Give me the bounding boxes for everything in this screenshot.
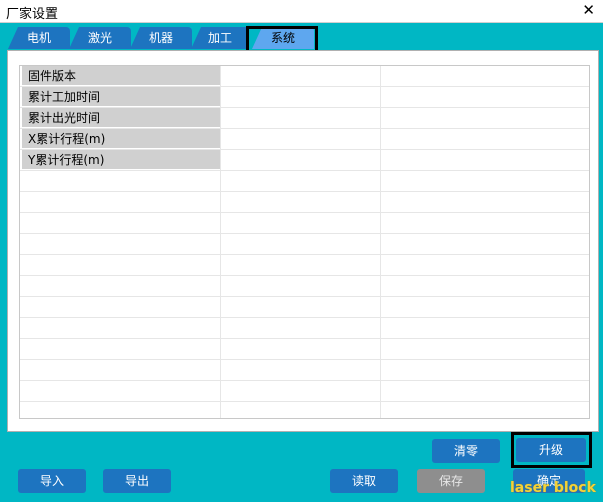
tab-system[interactable]: 系统 — [252, 27, 314, 49]
table-row: 累计出光时间 — [20, 108, 589, 129]
upgrade-button[interactable]: 升级 — [516, 438, 586, 462]
tab-laser[interactable]: 激光 — [69, 27, 131, 49]
row-label-x-total-travel: X累计行程(m) — [22, 129, 220, 149]
save-button[interactable]: 保存 — [417, 469, 485, 493]
table-row — [20, 381, 589, 402]
table-row: X累计行程(m) — [20, 129, 589, 150]
table-row — [20, 213, 589, 234]
table-row — [20, 234, 589, 255]
system-info-grid: 固件版本 累计工加时间 累计出光时间 X累计行程(m) Y累计行程(m) — [19, 65, 590, 419]
row-label-total-processing-time: 累计工加时间 — [22, 87, 220, 107]
read-button[interactable]: 读取 — [330, 469, 398, 493]
close-icon[interactable]: ✕ — [582, 1, 595, 19]
table-row — [20, 318, 589, 339]
table-row — [20, 192, 589, 213]
table-row: Y累计行程(m) — [20, 150, 589, 171]
row-label-firmware-version: 固件版本 — [22, 66, 220, 86]
title-bar: 厂家设置 ✕ — [0, 0, 603, 23]
import-button[interactable]: 导入 — [18, 469, 86, 493]
row-label-total-laser-time: 累计出光时间 — [22, 108, 220, 128]
table-row — [20, 339, 589, 360]
export-button[interactable]: 导出 — [103, 469, 171, 493]
clear-button[interactable]: 清零 — [432, 439, 500, 463]
table-row: 固件版本 — [20, 66, 589, 87]
table-row — [20, 276, 589, 297]
table-row — [20, 360, 589, 381]
row-label-y-total-travel: Y累计行程(m) — [22, 150, 220, 170]
factory-settings-window: 厂家设置 ✕ 电机 激光 机器 加工 系统 固件版本 累计工加时间 累计出光时间… — [0, 0, 603, 502]
tab-processing[interactable]: 加工 — [191, 27, 249, 49]
table-row — [20, 297, 589, 318]
table-row: 累计工加时间 — [20, 87, 589, 108]
table-row — [20, 255, 589, 276]
table-row — [20, 171, 589, 192]
watermark-logo: laser block — [510, 480, 596, 496]
tab-machine[interactable]: 机器 — [130, 27, 192, 49]
system-panel: 固件版本 累计工加时间 累计出光时间 X累计行程(m) Y累计行程(m) — [7, 50, 599, 432]
tab-motor[interactable]: 电机 — [8, 27, 70, 49]
window-title: 厂家设置 — [6, 7, 59, 22]
